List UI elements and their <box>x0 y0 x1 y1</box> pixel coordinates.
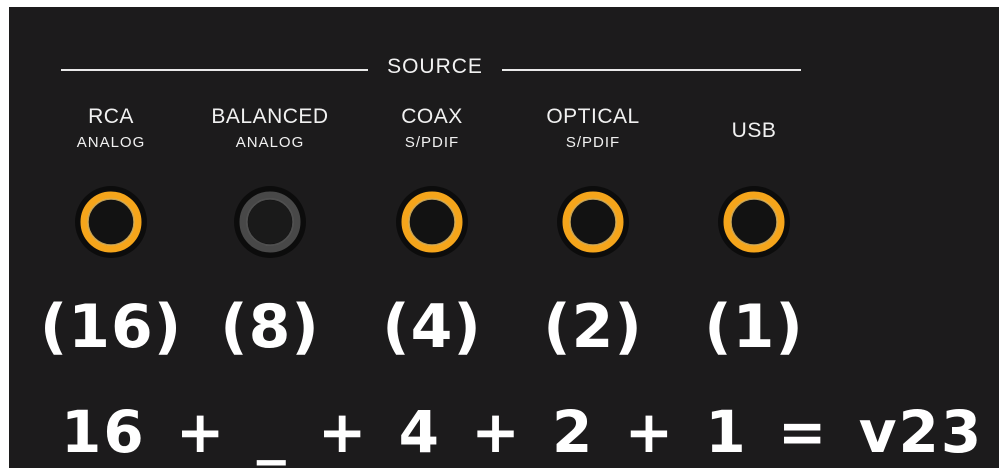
input-label-line2: S/PDIF <box>404 134 460 151</box>
input-label-line2: S/PDIF <box>565 134 621 151</box>
coax-led-icon <box>396 186 468 258</box>
balanced-led-icon <box>234 186 306 258</box>
input-label-line1: BALANCED <box>211 105 329 128</box>
input-label-balanced: BALANCED ANALOG <box>185 102 355 154</box>
optical-weight: (2) <box>543 292 643 362</box>
rca-weight: (16) <box>39 292 183 362</box>
usb-input-led <box>716 184 792 260</box>
rca-led-icon <box>75 186 147 258</box>
input-label-line1: OPTICAL <box>546 105 640 128</box>
balanced-weight: (8) <box>220 292 320 362</box>
source-panel: SOURCE RCA ANALOG BALANCED ANALOG COAX S… <box>9 7 999 468</box>
value-formula: 16 + _ + 4 + 2 + 1 = v23 <box>61 398 984 466</box>
input-label-line1: USB <box>731 119 777 142</box>
coax-weight: (4) <box>382 292 482 362</box>
balanced-input-led <box>232 184 308 260</box>
input-label-optical: OPTICAL S/PDIF <box>508 102 678 154</box>
usb-weight: (1) <box>704 292 804 362</box>
weight-row: (16) (8) (4) (2) (1) <box>9 287 999 367</box>
usb-led-icon <box>718 186 790 258</box>
input-label-coax: COAX S/PDIF <box>347 102 517 154</box>
source-title: SOURCE <box>387 55 483 78</box>
coax-input-led <box>394 184 470 260</box>
input-label-line2: ANALOG <box>76 134 146 151</box>
input-label-usb: USB <box>669 102 839 146</box>
rca-input-led <box>73 184 149 260</box>
input-label-line1: COAX <box>401 105 463 128</box>
source-divider-right <box>502 69 801 71</box>
input-label-line1: RCA <box>88 105 134 128</box>
input-label-rca: RCA ANALOG <box>26 102 196 154</box>
optical-led-icon <box>557 186 629 258</box>
source-divider-left <box>61 69 368 71</box>
input-label-line2: ANALOG <box>235 134 305 151</box>
optical-input-led <box>555 184 631 260</box>
